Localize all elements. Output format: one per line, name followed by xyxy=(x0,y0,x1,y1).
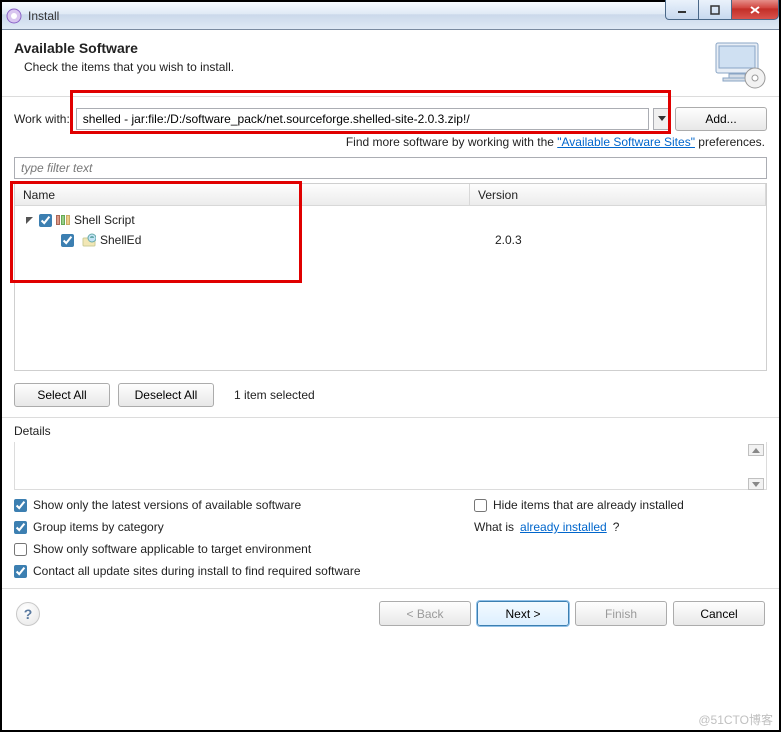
details-label: Details xyxy=(14,424,51,438)
category-checkbox[interactable] xyxy=(39,214,52,227)
feature-icon xyxy=(82,233,96,247)
triangle-down-icon xyxy=(25,216,34,225)
chevron-down-icon xyxy=(658,116,666,122)
option-latest[interactable]: Show only the latest versions of availab… xyxy=(14,498,474,512)
option-hide-installed[interactable]: Hide items that are already installed xyxy=(474,498,684,512)
option-group[interactable]: Group items by category xyxy=(14,520,474,534)
chevron-down-icon xyxy=(752,482,760,487)
option-contact-checkbox[interactable] xyxy=(14,565,27,578)
maximize-button[interactable] xyxy=(698,0,732,20)
selection-status: 1 item selected xyxy=(234,388,315,402)
work-with-label: Work with: xyxy=(14,112,70,126)
category-icon xyxy=(56,215,70,225)
option-contact[interactable]: Contact all update sites during install … xyxy=(14,564,474,578)
column-header-version[interactable]: Version xyxy=(470,184,766,205)
available-software-sites-link[interactable]: "Available Software Sites" xyxy=(557,135,695,149)
option-target-only[interactable]: Show only software applicable to target … xyxy=(14,542,474,556)
wizard-footer: ? < Back Next > Finish Cancel xyxy=(2,588,779,636)
work-with-dropdown-button[interactable] xyxy=(653,108,671,130)
close-button[interactable] xyxy=(731,0,779,20)
window-title: Install xyxy=(28,9,59,23)
option-group-checkbox[interactable] xyxy=(14,521,27,534)
option-latest-checkbox[interactable] xyxy=(14,499,27,512)
page-title: Available Software xyxy=(14,40,713,56)
find-more-text: Find more software by working with the "… xyxy=(2,131,779,157)
options-panel: Show only the latest versions of availab… xyxy=(2,490,779,588)
finish-button[interactable]: Finish xyxy=(575,601,667,626)
wizard-header: Available Software Check the items that … xyxy=(2,30,779,97)
chevron-up-icon xyxy=(752,448,760,453)
whatis-row: What is already installed? xyxy=(474,520,684,534)
work-with-row: Work with: Add... xyxy=(2,97,779,131)
details-scroll xyxy=(748,444,764,490)
deselect-all-button[interactable]: Deselect All xyxy=(118,383,214,407)
minimize-button[interactable] xyxy=(665,0,699,20)
add-button[interactable]: Add... xyxy=(675,107,767,131)
scroll-down-button[interactable] xyxy=(748,478,764,490)
tree-category-row[interactable]: Shell Script xyxy=(15,210,766,230)
option-target-only-checkbox[interactable] xyxy=(14,543,27,556)
option-hide-installed-checkbox[interactable] xyxy=(474,499,487,512)
monitor-disc-icon xyxy=(713,40,767,90)
software-tree: Name Version Shell Script ShellEd xyxy=(14,183,767,371)
window-buttons xyxy=(666,0,779,20)
already-installed-link[interactable]: already installed xyxy=(520,520,607,534)
details-text-area[interactable] xyxy=(14,442,767,490)
column-header-name[interactable]: Name xyxy=(15,184,470,205)
watermark: @51CTO博客 xyxy=(698,711,773,728)
category-label: Shell Script xyxy=(74,213,135,227)
selection-row: Select All Deselect All 1 item selected xyxy=(2,371,779,418)
scroll-up-button[interactable] xyxy=(748,444,764,456)
next-button[interactable]: Next > xyxy=(477,601,569,626)
item-version: 2.0.3 xyxy=(495,233,766,247)
tree-expander[interactable] xyxy=(23,216,35,225)
cancel-button[interactable]: Cancel xyxy=(673,601,765,626)
tree-item-row[interactable]: ShellEd 2.0.3 xyxy=(15,230,766,250)
item-checkbox[interactable] xyxy=(61,234,74,247)
page-subtitle: Check the items that you wish to install… xyxy=(24,60,713,74)
titlebar[interactable]: Install xyxy=(2,2,779,30)
work-with-input[interactable] xyxy=(76,108,649,130)
filter-input[interactable] xyxy=(14,157,767,179)
item-label: ShellEd xyxy=(100,233,141,247)
help-button[interactable]: ? xyxy=(16,602,40,626)
select-all-button[interactable]: Select All xyxy=(14,383,110,407)
back-button[interactable]: < Back xyxy=(379,601,471,626)
eclipse-icon xyxy=(6,8,22,24)
